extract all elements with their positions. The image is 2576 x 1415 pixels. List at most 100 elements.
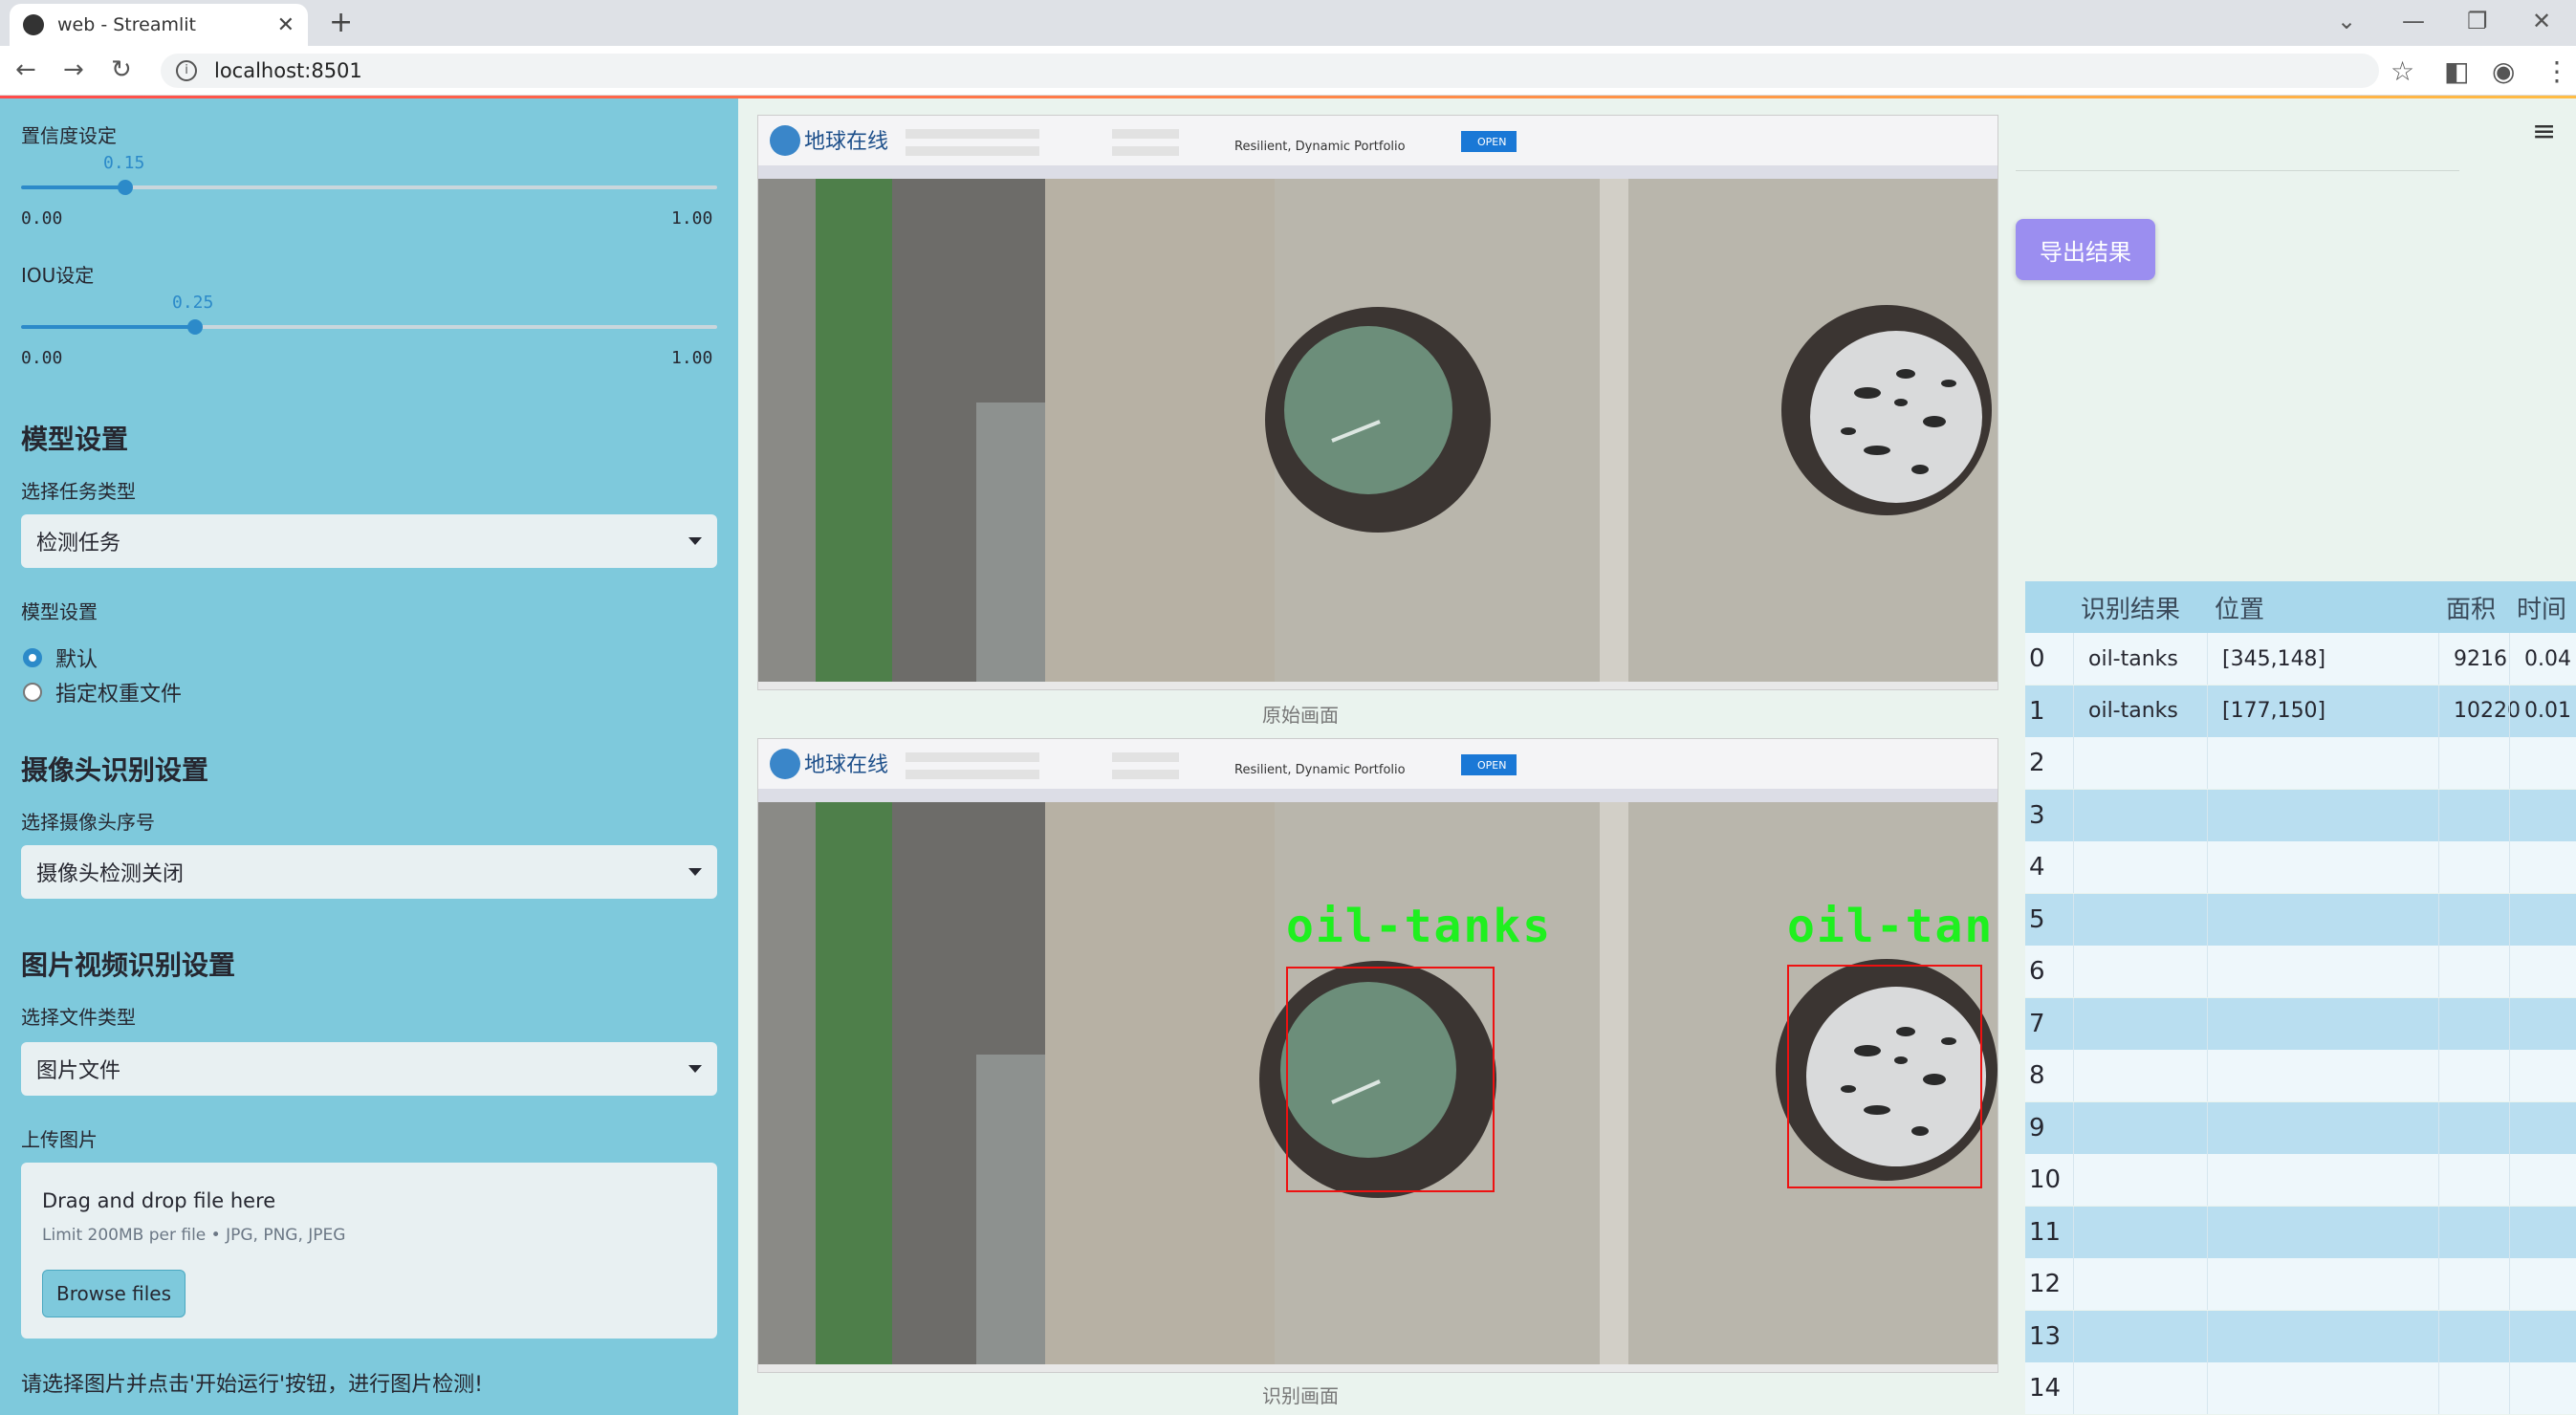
minimize-icon[interactable]: —: [2402, 8, 2425, 34]
column-header[interactable]: [2033, 581, 2081, 633]
column-divider: [2438, 1362, 2439, 1414]
table-row[interactable]: 8: [2025, 1050, 2576, 1101]
column-header[interactable]: 时间: [2517, 581, 2576, 633]
area-cell: [2454, 946, 2524, 997]
result-cell: [2088, 1102, 2222, 1154]
column-header[interactable]: 识别结果: [2081, 581, 2215, 633]
position-cell: [2222, 998, 2454, 1050]
table-row[interactable]: 1 oil-tanks [177,150] 10220 0.01: [2025, 685, 2576, 737]
position-cell: [2222, 841, 2454, 893]
column-divider: [2207, 633, 2208, 685]
column-divider: [2207, 1050, 2208, 1101]
column-divider: [2073, 685, 2074, 737]
column-divider: [2509, 1362, 2510, 1414]
area-cell: [2454, 1154, 2524, 1206]
table-row[interactable]: 0 oil-tanks [345,148] 9216 0.04: [2025, 633, 2576, 685]
position-cell: [2222, 737, 2454, 789]
column-divider: [2438, 1310, 2439, 1362]
table-row[interactable]: 10: [2025, 1154, 2576, 1206]
close-tab-icon[interactable]: ✕: [277, 13, 295, 37]
dropzone-title: Drag and drop file here: [42, 1189, 276, 1212]
column-header[interactable]: 面积: [2446, 581, 2517, 633]
column-divider: [2438, 1154, 2439, 1206]
position-cell: [2222, 1362, 2454, 1414]
column-divider: [2509, 1154, 2510, 1206]
camera-select[interactable]: 摄像头检测关闭: [21, 845, 717, 899]
bookmark-star-icon[interactable]: ☆: [2390, 55, 2414, 87]
column-divider: [2073, 841, 2074, 893]
task-type-value: 检测任务: [36, 532, 121, 555]
row-index: 8: [2029, 1061, 2045, 1090]
result-cell: [2088, 1154, 2222, 1206]
column-divider: [2509, 685, 2510, 737]
table-row[interactable]: 3: [2025, 789, 2576, 841]
iou-min: 0.00: [21, 348, 63, 368]
table-row[interactable]: 14: [2025, 1362, 2576, 1414]
model-option-default[interactable]: 默认: [23, 642, 98, 673]
browser-menu-icon[interactable]: ⋮: [2543, 55, 2570, 87]
time-cell: [2524, 737, 2576, 789]
position-cell: [2222, 1207, 2454, 1258]
table-row[interactable]: 12: [2025, 1258, 2576, 1310]
streamlit-favicon-icon: [23, 14, 44, 35]
column-divider: [2207, 1310, 2208, 1362]
back-icon[interactable]: ←: [15, 55, 36, 84]
result-cell: [2088, 1050, 2222, 1101]
model-option-label: 默认: [55, 648, 98, 672]
column-divider: [2207, 789, 2208, 841]
tab-search-icon[interactable]: ⌄: [2337, 8, 2356, 34]
forward-icon[interactable]: →: [63, 55, 84, 84]
column-divider: [2073, 737, 2074, 789]
column-divider: [2509, 893, 2510, 946]
export-results-button[interactable]: 导出结果: [2016, 219, 2155, 280]
table-row[interactable]: 5: [2025, 893, 2576, 946]
column-divider: [2073, 789, 2074, 841]
table-row[interactable]: 9: [2025, 1101, 2576, 1154]
time-cell: [2524, 1154, 2576, 1206]
address-bar[interactable]: i localhost:8501: [161, 54, 2379, 88]
site-info-icon[interactable]: i: [176, 60, 197, 81]
result-cell: [2088, 946, 2222, 997]
area-cell: [2454, 737, 2524, 789]
time-cell: [2524, 998, 2576, 1050]
table-row[interactable]: 2: [2025, 737, 2576, 789]
hamburger-menu-icon[interactable]: ≡: [2532, 115, 2556, 148]
table-row[interactable]: 4: [2025, 841, 2576, 893]
side-panel-icon[interactable]: ◧: [2444, 55, 2469, 87]
table-row[interactable]: 7: [2025, 997, 2576, 1050]
iou-slider-thumb[interactable]: [187, 319, 203, 335]
ad-button: OPEN: [1477, 759, 1506, 772]
original-satellite-image: 地球在线 Resilient, Dynamic Portfolio OPEN: [758, 116, 1997, 689]
column-divider: [2438, 841, 2439, 893]
table-row[interactable]: 11: [2025, 1206, 2576, 1258]
column-header[interactable]: 位置: [2215, 581, 2446, 633]
browser-tab-bar: [0, 0, 2576, 46]
column-divider: [2073, 1310, 2074, 1362]
confidence-label: 置信度设定: [21, 124, 117, 147]
position-cell: [2222, 1311, 2454, 1362]
dropzone-limit: Limit 200MB per file • JPG, PNG, JPEG: [42, 1226, 346, 1245]
close-window-icon[interactable]: ✕: [2532, 8, 2551, 34]
column-divider: [2207, 1362, 2208, 1414]
iou-label: IOU设定: [21, 264, 95, 287]
browser-tab[interactable]: web - Streamlit ✕: [10, 4, 308, 46]
restore-icon[interactable]: ❐: [2467, 8, 2488, 34]
area-cell: [2454, 1258, 2524, 1310]
file-type-select[interactable]: 图片文件: [21, 1042, 717, 1096]
column-divider: [2438, 1258, 2439, 1310]
profile-icon[interactable]: ◉: [2492, 55, 2515, 87]
table-row[interactable]: 6: [2025, 946, 2576, 997]
model-option-weights[interactable]: 指定权重文件: [23, 677, 182, 708]
result-cell: [2088, 998, 2222, 1050]
column-divider: [2509, 633, 2510, 685]
new-tab-icon[interactable]: +: [329, 6, 353, 39]
detection-label-2: oil-tanks: [1787, 900, 1997, 953]
result-cell: [2088, 1258, 2222, 1310]
row-index: 12: [2029, 1270, 2062, 1298]
table-row[interactable]: 13: [2025, 1310, 2576, 1362]
task-type-select[interactable]: 检测任务: [21, 514, 717, 568]
reload-icon[interactable]: ↻: [111, 55, 132, 84]
site-logo-text: 地球在线: [804, 753, 888, 777]
column-divider: [2207, 997, 2208, 1050]
browse-files-button[interactable]: Browse files: [42, 1270, 186, 1317]
